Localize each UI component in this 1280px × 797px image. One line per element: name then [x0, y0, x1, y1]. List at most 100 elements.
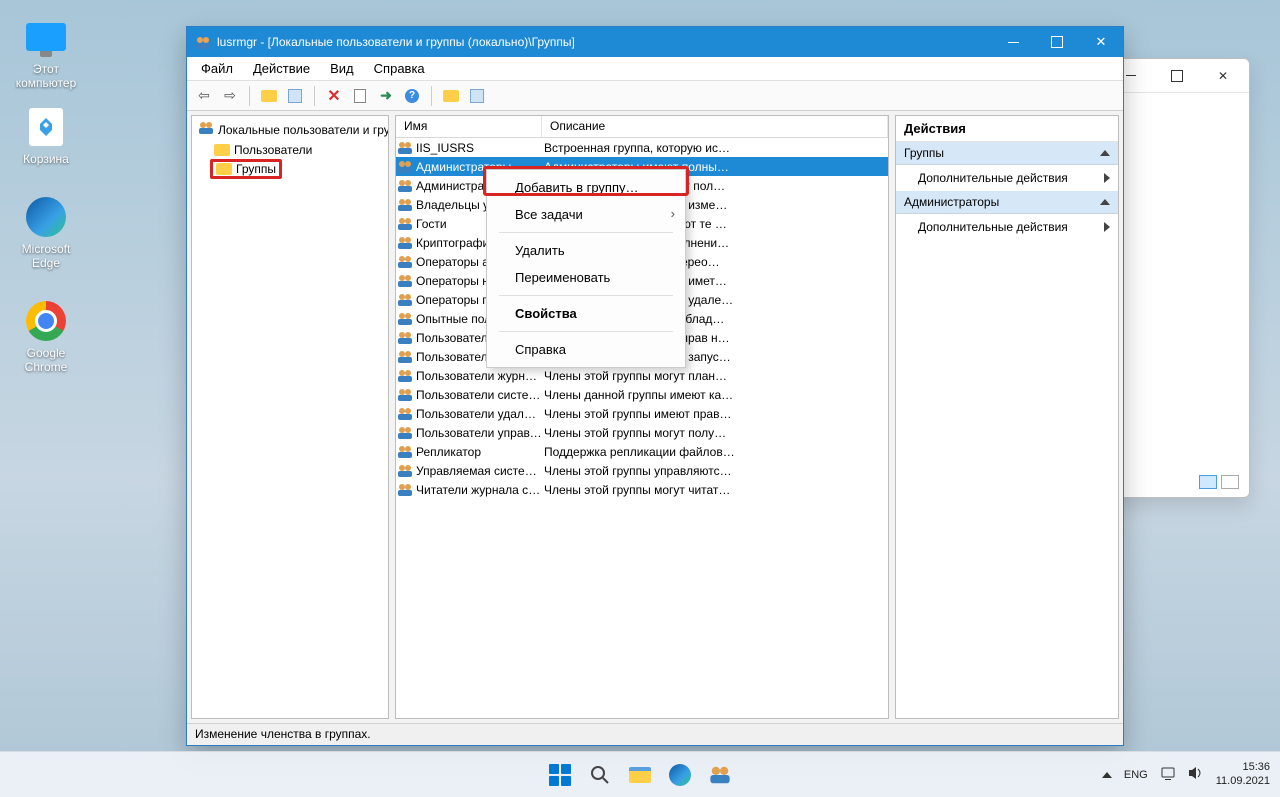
tray-overflow-icon[interactable] — [1102, 772, 1112, 778]
actions-admins-section[interactable]: Администраторы — [896, 191, 1118, 214]
nav-forward-button[interactable]: ⇨ — [219, 85, 241, 107]
window-title: lusrmgr - [Локальные пользователи и груп… — [217, 35, 575, 49]
list-row[interactable]: IIS_IUSRSВстроенная группа, которую ис… — [396, 138, 888, 157]
help-button[interactable]: ? — [401, 85, 423, 107]
group-icon — [396, 349, 414, 365]
group-icon — [396, 292, 414, 308]
desktop-this-pc-icon[interactable]: Этот компьютер — [6, 16, 86, 90]
menu-help[interactable]: Справка — [368, 59, 431, 78]
list-row[interactable]: Пользователи удаленного рабочего столаЧл… — [396, 404, 888, 423]
bg-close-button[interactable] — [1201, 62, 1245, 90]
taskbar[interactable]: ENG 15:36 11.09.2021 — [0, 751, 1280, 797]
row-description: Члены этой группы могут полу… — [542, 426, 888, 440]
column-description[interactable]: Описание — [542, 116, 888, 137]
actions-more-1[interactable]: Дополнительные действия — [896, 165, 1118, 191]
group-icon — [396, 444, 414, 460]
toolbar-separator — [431, 86, 432, 106]
menu-view[interactable]: Вид — [324, 59, 360, 78]
desktop-recycle-bin-icon[interactable]: Корзина — [6, 106, 86, 166]
collapse-icon — [1100, 150, 1110, 156]
app-icon — [195, 34, 211, 50]
ctx-help[interactable]: Справка — [487, 336, 685, 363]
taskbar-explorer-button[interactable] — [626, 761, 654, 789]
tree-groups[interactable]: Группы — [210, 159, 282, 179]
system-tray[interactable]: ENG 15:36 11.09.2021 — [1102, 761, 1270, 787]
group-icon — [396, 482, 414, 498]
properties-button[interactable] — [284, 85, 306, 107]
taskbar-search-button[interactable] — [586, 761, 614, 789]
tray-clock[interactable]: 15:36 11.09.2021 — [1216, 761, 1270, 787]
ctx-separator — [499, 232, 673, 233]
group-icon — [396, 406, 414, 422]
bg-view-button-2[interactable] — [1221, 475, 1239, 489]
list-row[interactable]: Пользователи системного монитораЧлены да… — [396, 385, 888, 404]
row-name: IIS_IUSRS — [414, 141, 542, 155]
folder-up-button[interactable] — [440, 85, 462, 107]
list-rows[interactable]: IIS_IUSRSВстроенная группа, которую ис…А… — [396, 138, 888, 718]
menu-action[interactable]: Действие — [247, 59, 316, 78]
list-view-button[interactable] — [466, 85, 488, 107]
titlebar[interactable]: lusrmgr - [Локальные пользователи и груп… — [187, 27, 1123, 57]
list-row[interactable]: Пользователи управленияЧлены этой группы… — [396, 423, 888, 442]
group-icon — [396, 197, 414, 213]
start-button[interactable] — [546, 761, 574, 789]
delete-button[interactable]: ✕ — [323, 85, 345, 107]
group-icon — [396, 140, 414, 156]
group-icon — [396, 178, 414, 194]
actions-groups-section[interactable]: Группы — [896, 142, 1118, 165]
list-row[interactable]: Пользователи журналов производительности… — [396, 366, 888, 385]
list-row[interactable]: РепликаторПоддержка репликации файлов… — [396, 442, 888, 461]
maximize-button[interactable] — [1035, 27, 1079, 57]
list-row[interactable]: Управляемая системойЧлены этой группы уп… — [396, 461, 888, 480]
actions-more-2[interactable]: Дополнительные действия — [896, 214, 1118, 240]
bg-view-button-1[interactable] — [1199, 475, 1217, 489]
minimize-button[interactable] — [991, 27, 1035, 57]
actions-panel: Действия Группы Дополнительные действия … — [895, 115, 1119, 719]
export-button[interactable]: ➜ — [375, 85, 397, 107]
group-icon — [396, 235, 414, 251]
group-icon — [396, 368, 414, 384]
desktop-edge-icon[interactable]: Microsoft Edge — [6, 196, 86, 270]
row-name: Пользователи системного монитора — [414, 388, 542, 402]
tray-network-icon[interactable] — [1160, 766, 1176, 783]
ctx-delete[interactable]: Удалить — [487, 237, 685, 264]
ctx-properties[interactable]: Свойства — [487, 300, 685, 327]
close-button[interactable] — [1079, 27, 1123, 57]
bg-maximize-button[interactable] — [1155, 62, 1199, 90]
tree-root[interactable]: Локальные пользователи и гру — [192, 118, 388, 141]
row-description: Члены этой группы управляютс… — [542, 464, 888, 478]
desktop-chrome-icon[interactable]: Google Chrome — [6, 300, 86, 374]
list-row[interactable]: Читатели журнала событийЧлены этой групп… — [396, 480, 888, 499]
ctx-rename[interactable]: Переименовать — [487, 264, 685, 291]
tray-time: 15:36 — [1216, 761, 1270, 774]
row-description: Члены данной группы имеют ка… — [542, 388, 888, 402]
status-text: Изменение членства в группах. — [195, 727, 371, 741]
lusrmgr-window: lusrmgr - [Локальные пользователи и груп… — [186, 26, 1124, 746]
context-menu: Добавить в группу… Все задачи Удалить Пе… — [486, 169, 686, 368]
ctx-all-tasks[interactable]: Все задачи — [487, 201, 685, 228]
group-icon — [396, 159, 414, 175]
tree-panel[interactable]: Локальные пользователи и гру Пользовател… — [191, 115, 389, 719]
taskbar-lusrmgr-button[interactable] — [706, 761, 734, 789]
taskbar-edge-button[interactable] — [666, 761, 694, 789]
actions-more-label: Дополнительные действия — [918, 171, 1068, 185]
menu-file[interactable]: Файл — [195, 59, 239, 78]
ctx-add-to-group[interactable]: Добавить в группу… — [487, 174, 685, 201]
row-name: Читатели журнала событий — [414, 483, 542, 497]
tree-users[interactable]: Пользователи — [192, 141, 388, 159]
row-name: Пользователи удаленного рабочего стола — [414, 407, 542, 421]
desktop-recycle-bin-label: Корзина — [6, 152, 86, 166]
chevron-right-icon — [1104, 173, 1110, 183]
menubar: Файл Действие Вид Справка — [187, 57, 1123, 81]
nav-back-button[interactable]: ⇦ — [193, 85, 215, 107]
row-description: Встроенная группа, которую ис… — [542, 141, 888, 155]
tray-volume-icon[interactable] — [1188, 766, 1204, 783]
sheet-button[interactable] — [349, 85, 371, 107]
actions-groups-label: Группы — [904, 146, 944, 160]
tray-language[interactable]: ENG — [1124, 769, 1148, 781]
actions-admins-label: Администраторы — [904, 195, 999, 209]
column-name[interactable]: Имя — [396, 116, 542, 137]
row-name: Пользователи журналов производительности — [414, 369, 542, 383]
collapse-icon — [1100, 199, 1110, 205]
new-folder-button[interactable] — [258, 85, 280, 107]
